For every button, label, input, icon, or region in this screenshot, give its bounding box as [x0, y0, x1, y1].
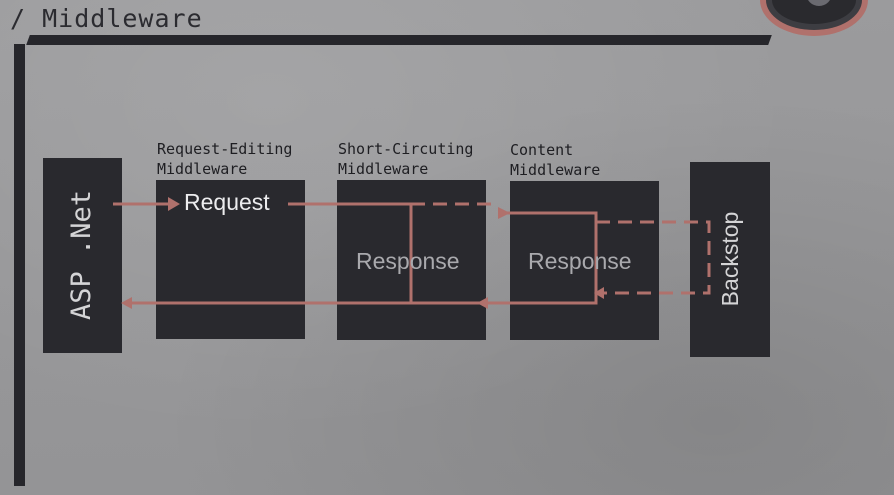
short-return-arrowhead — [477, 297, 488, 309]
request-arrowhead — [168, 197, 180, 211]
asp-return-arrowhead — [121, 297, 132, 309]
content-arrowhead — [498, 207, 510, 219]
request-label: Request — [184, 189, 270, 215]
content-response-label: Response — [528, 248, 632, 274]
short-response-label: Response — [356, 248, 460, 274]
